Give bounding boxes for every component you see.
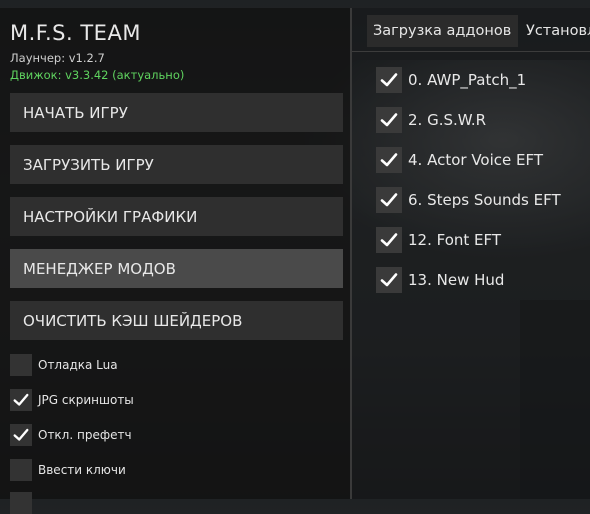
option-lua-debug[interactable]: Отладка Lua bbox=[10, 354, 118, 376]
tab-installed-label: Установл bbox=[526, 23, 590, 39]
lua-debug-checkbox[interactable] bbox=[10, 354, 32, 376]
launcher-version: Лаунчер: v1.2.7 bbox=[10, 51, 105, 65]
addon-label: 2. G.S.W.R bbox=[408, 111, 487, 129]
option-disable-prefetch[interactable]: Откл. префетч bbox=[10, 424, 132, 446]
addon-label: 6. Steps Sounds EFT bbox=[408, 191, 561, 209]
jpg-screenshots-checkbox[interactable] bbox=[10, 389, 32, 411]
checkmark-icon bbox=[380, 113, 398, 127]
addon-checkbox[interactable] bbox=[376, 147, 402, 173]
addon-label: 4. Actor Voice EFT bbox=[408, 151, 544, 169]
option-jpg-screenshots[interactable]: JPG скриншоты bbox=[10, 389, 134, 411]
launcher-sidebar: M.F.S. TEAM Лаунчер: v1.2.7 Движок: v3.3… bbox=[0, 8, 352, 514]
load-game-button[interactable]: ЗАГРУЗИТЬ ИГРУ bbox=[10, 145, 343, 184]
addon-checkbox[interactable] bbox=[376, 227, 402, 253]
addon-label: 12. Font EFT bbox=[408, 231, 502, 249]
clear-shader-cache-button[interactable]: ОЧИСТИТЬ КЭШ ШЕЙДЕРОВ bbox=[10, 301, 343, 340]
addon-item[interactable]: 13. New Hud bbox=[376, 267, 504, 293]
checkmark-icon bbox=[380, 153, 398, 167]
addon-item[interactable]: 0. AWP_Patch_1 bbox=[376, 67, 526, 93]
tab-installed[interactable]: Установл bbox=[520, 15, 590, 47]
addon-checkbox[interactable] bbox=[376, 267, 402, 293]
mod-manager-panel: Загрузка аддонов Установл 0. AWP_Patch_1… bbox=[352, 8, 590, 499]
checkmark-icon bbox=[380, 193, 398, 207]
enter-keys-checkbox[interactable] bbox=[10, 459, 32, 481]
checkmark-icon bbox=[380, 73, 398, 87]
addon-checkbox[interactable] bbox=[376, 187, 402, 213]
checkmark-icon bbox=[380, 273, 398, 287]
graphics-settings-button[interactable]: НАСТРОЙКИ ГРАФИКИ bbox=[10, 197, 343, 236]
tab-addon-loading[interactable]: Загрузка аддонов bbox=[367, 15, 518, 47]
start-game-button[interactable]: НАЧАТЬ ИГРУ bbox=[10, 93, 343, 132]
addon-item[interactable]: 4. Actor Voice EFT bbox=[376, 147, 543, 173]
addon-label: 13. New Hud bbox=[408, 271, 505, 289]
start-game-label: НАЧАТЬ ИГРУ bbox=[23, 103, 128, 122]
tab-divider bbox=[352, 51, 590, 52]
checkmark-icon bbox=[380, 233, 398, 247]
graphics-settings-label: НАСТРОЙКИ ГРАФИКИ bbox=[23, 207, 198, 226]
lua-debug-label: Отладка Lua bbox=[38, 358, 118, 372]
load-game-label: ЗАГРУЗИТЬ ИГРУ bbox=[23, 155, 154, 174]
disable-prefetch-checkbox[interactable] bbox=[10, 424, 32, 446]
enter-keys-label: Ввести ключи bbox=[38, 463, 126, 477]
addon-checkbox[interactable] bbox=[376, 107, 402, 133]
checkmark-icon bbox=[13, 393, 29, 406]
addon-label: 0. AWP_Patch_1 bbox=[408, 71, 527, 89]
partial-checkbox[interactable] bbox=[10, 492, 32, 514]
clear-shader-cache-label: ОЧИСТИТЬ КЭШ ШЕЙДЕРОВ bbox=[23, 311, 243, 330]
engine-version: Движок: v3.3.42 (актуально) bbox=[10, 68, 185, 82]
addon-item[interactable]: 6. Steps Sounds EFT bbox=[376, 187, 561, 213]
disable-prefetch-label: Откл. префетч bbox=[38, 428, 132, 442]
checkmark-icon bbox=[13, 428, 29, 441]
option-partial[interactable] bbox=[10, 492, 32, 514]
addon-item[interactable]: 12. Font EFT bbox=[376, 227, 501, 253]
addon-item[interactable]: 2. G.S.W.R bbox=[376, 107, 486, 133]
app-title: M.F.S. TEAM bbox=[10, 21, 141, 45]
tab-addon-loading-label: Загрузка аддонов bbox=[373, 23, 512, 39]
option-enter-keys[interactable]: Ввести ключи bbox=[10, 459, 126, 481]
mod-manager-button[interactable]: МЕНЕДЖЕР МОДОВ bbox=[10, 249, 343, 288]
mod-manager-label: МЕНЕДЖЕР МОДОВ bbox=[23, 259, 176, 278]
jpg-screenshots-label: JPG скриншоты bbox=[38, 393, 134, 407]
addon-checkbox[interactable] bbox=[376, 67, 402, 93]
